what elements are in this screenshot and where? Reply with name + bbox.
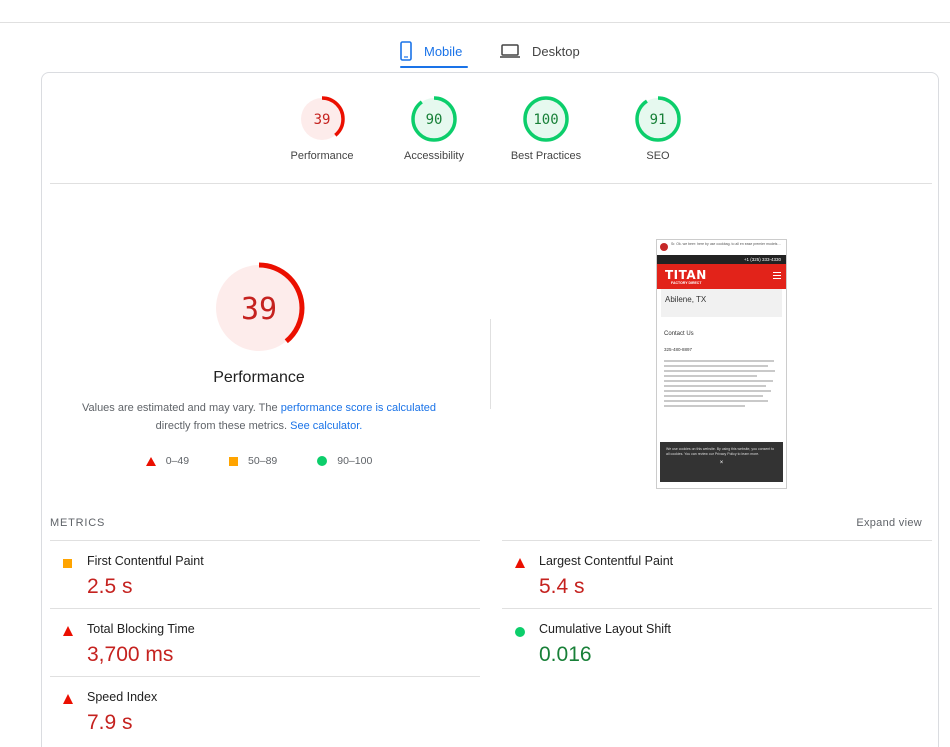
active-tab-indicator: [400, 66, 468, 68]
performance-big-score: 39: [241, 292, 277, 327]
metric-cls-label: Cumulative Layout Shift: [539, 622, 672, 636]
gauge-best-practices-score: 100: [533, 112, 558, 128]
score-calculated-link[interactable]: performance score is calculated: [281, 402, 436, 414]
metric-cls-value: 0.016: [539, 643, 592, 666]
square-icon: [63, 558, 72, 568]
metric-tbt: Total Blocking Time 3,700 ms: [50, 608, 480, 676]
legend-average-range: 50–89: [248, 455, 278, 467]
legend-average: 50–89: [229, 455, 277, 467]
expand-view-button[interactable]: Expand view: [856, 517, 922, 529]
screenshot-notice-text: Sr. Ok. we beer: here by use cookbag. to…: [671, 242, 781, 246]
metric-cls: Cumulative Layout Shift 0.016: [502, 608, 932, 676]
metric-lcp-label: Largest Contentful Paint: [539, 554, 674, 568]
legend-fail-range: 0–49: [165, 455, 190, 467]
close-icon: ×: [719, 460, 724, 466]
category-gauges: 39 Performance 90 Accessibility 100 Best…: [42, 95, 940, 165]
metric-si-label: Speed Index: [87, 690, 158, 704]
gauge-accessibility-score: 90: [426, 112, 443, 128]
tab-mobile[interactable]: Mobile: [400, 33, 462, 69]
gauge-best-practices-ring: 100: [523, 96, 569, 142]
metric-tbt-label: Total Blocking Time: [87, 622, 195, 636]
screenshot-header: TITAN FACTORY DIRECT: [657, 264, 786, 289]
gauge-accessibility[interactable]: 90 Accessibility: [379, 95, 489, 162]
metric-si: Speed Index 7.9 s: [50, 676, 480, 744]
metric-lcp: Largest Contentful Paint 5.4 s: [502, 540, 932, 608]
triangle-icon: [63, 694, 73, 704]
legend-pass-range: 90–100: [337, 455, 373, 467]
metric-fcp: First Contentful Paint 2.5 s: [50, 540, 480, 608]
gauges-divider: [50, 183, 932, 184]
triangle-icon: [63, 626, 73, 636]
performance-title: Performance: [213, 369, 305, 386]
notice-icon: [660, 243, 668, 251]
screenshot-body-text: [664, 360, 780, 407]
gauge-seo-label: SEO: [646, 150, 670, 162]
triangle-icon: [145, 456, 156, 466]
tab-desktop[interactable]: Desktop: [500, 33, 580, 69]
metric-fcp-label: First Contentful Paint: [87, 554, 204, 568]
summary-divider: [490, 319, 491, 409]
gauge-performance-score: 39: [314, 112, 331, 128]
legend-pass: 90–100: [317, 455, 372, 467]
laptop-icon: [500, 44, 520, 58]
screenshot-cookie-text: We use cookies on this website. By using…: [666, 447, 775, 456]
screenshot-logo: TITAN: [665, 268, 707, 282]
circle-icon: [515, 626, 525, 637]
report-card: 39 Performance 90 Accessibility 100 Best…: [41, 72, 939, 747]
device-tabs: Mobile Desktop: [0, 33, 950, 71]
score-legend: 0–49 50–89 90–100: [42, 455, 476, 467]
screenshot-cookie-banner: We use cookies on this website. By using…: [660, 442, 783, 482]
screenshot-number: 325-480-8897: [664, 347, 693, 352]
gauge-performance[interactable]: 39 Performance: [267, 95, 377, 162]
gauge-best-practices-label: Best Practices: [510, 150, 582, 162]
metric-lcp-value: 5.4 s: [539, 575, 585, 598]
desc-text-2: directly from these metrics.: [155, 420, 291, 432]
metric-fcp-value: 2.5 s: [87, 575, 133, 598]
screenshot-logo-sub: FACTORY DIRECT: [671, 281, 702, 285]
performance-description: Values are estimated and may vary. The p…: [62, 399, 456, 435]
gauge-accessibility-ring: 90: [411, 96, 457, 142]
tab-desktop-label: Desktop: [532, 43, 580, 59]
circle-icon: [317, 456, 328, 466]
triangle-icon: [515, 558, 525, 568]
desc-text-1: Values are estimated and may vary. The: [81, 402, 281, 414]
gauge-accessibility-label: Accessibility: [404, 150, 464, 162]
performance-big-gauge: 39: [213, 262, 305, 354]
gauge-seo-ring: 91: [635, 96, 681, 142]
top-divider: [0, 22, 950, 23]
screenshot-phone-bar: +1 (325) 333-4330: [657, 255, 786, 264]
tab-mobile-label: Mobile: [424, 43, 463, 59]
gauge-best-practices[interactable]: 100 Best Practices: [491, 95, 601, 162]
phone-icon: [400, 41, 412, 61]
square-icon: [229, 456, 239, 466]
final-screenshot: Sr. Ok. we beer: here by use cookbag. to…: [656, 239, 787, 489]
screenshot-notice: Sr. Ok. we beer: here by use cookbag. to…: [657, 240, 786, 255]
metrics-heading: METRICS: [50, 517, 106, 529]
gauge-performance-label: Performance: [290, 150, 354, 162]
gauge-performance-ring: 39: [299, 96, 345, 142]
legend-fail: 0–49: [145, 455, 190, 467]
hamburger-icon: [773, 272, 781, 281]
metric-si-value: 7.9 s: [87, 711, 133, 734]
screenshot-city: Abilene, TX: [661, 289, 782, 317]
gauge-seo[interactable]: 91 SEO: [603, 95, 713, 162]
see-calculator-link[interactable]: See calculator.: [290, 420, 362, 432]
metric-tbt-value: 3,700 ms: [87, 643, 174, 666]
screenshot-contact: Contact Us: [664, 331, 694, 337]
gauge-seo-score: 91: [650, 112, 667, 128]
